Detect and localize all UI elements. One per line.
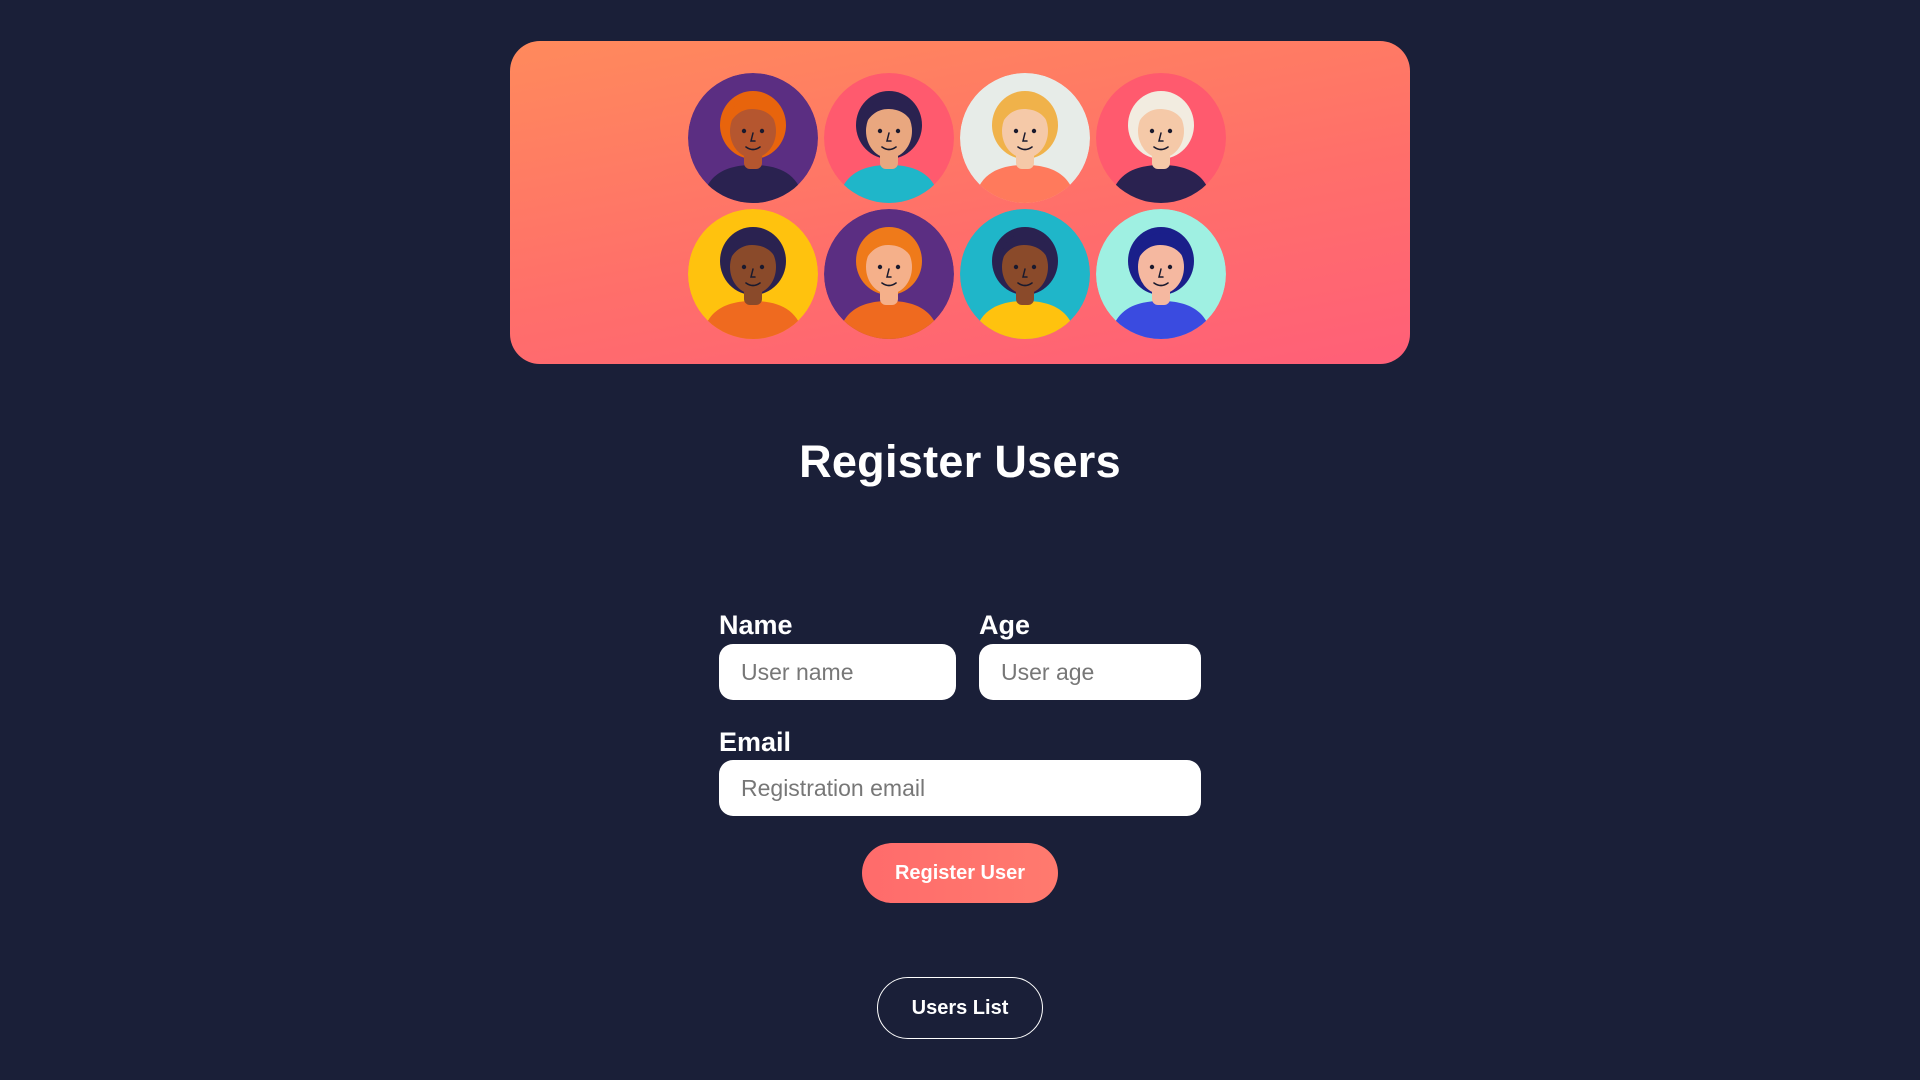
avatar-man-ginger-hair	[824, 209, 954, 339]
register-user-button[interactable]: Register User	[862, 843, 1058, 903]
name-label: Name	[719, 610, 793, 640]
avatars-grid	[688, 73, 1228, 339]
avatar-illustration-icon	[960, 209, 1090, 339]
page-title: Register Users	[799, 436, 1121, 487]
avatar-illustration-icon	[688, 209, 818, 339]
avatar-illustration-icon	[960, 73, 1090, 203]
avatar-man-white-hair	[1096, 73, 1226, 203]
avatar-man-glasses	[688, 209, 818, 339]
avatar-man-yellow-jacket	[960, 209, 1090, 339]
avatar-illustration-icon	[1096, 73, 1226, 203]
avatar-man-beard-blue	[1096, 209, 1226, 339]
avatar-woman-blonde-ponytail	[960, 73, 1090, 203]
email-input[interactable]	[719, 760, 1201, 816]
avatar-illustration-icon	[824, 73, 954, 203]
avatar-illustration-icon	[824, 209, 954, 339]
age-input[interactable]	[979, 644, 1201, 700]
avatar-woman-teal-cap	[824, 73, 954, 203]
email-label: Email	[719, 727, 792, 757]
avatar-woman-curly-orange-hair	[688, 73, 818, 203]
avatar-illustration-icon	[1096, 209, 1226, 339]
users-list-button[interactable]: Users List	[877, 977, 1043, 1039]
age-label: Age	[979, 610, 1031, 640]
avatars-banner	[510, 41, 1410, 364]
avatar-illustration-icon	[688, 73, 818, 203]
register-page: Register Users Name Age Email Register U…	[0, 0, 1920, 1080]
name-input[interactable]	[719, 644, 956, 700]
